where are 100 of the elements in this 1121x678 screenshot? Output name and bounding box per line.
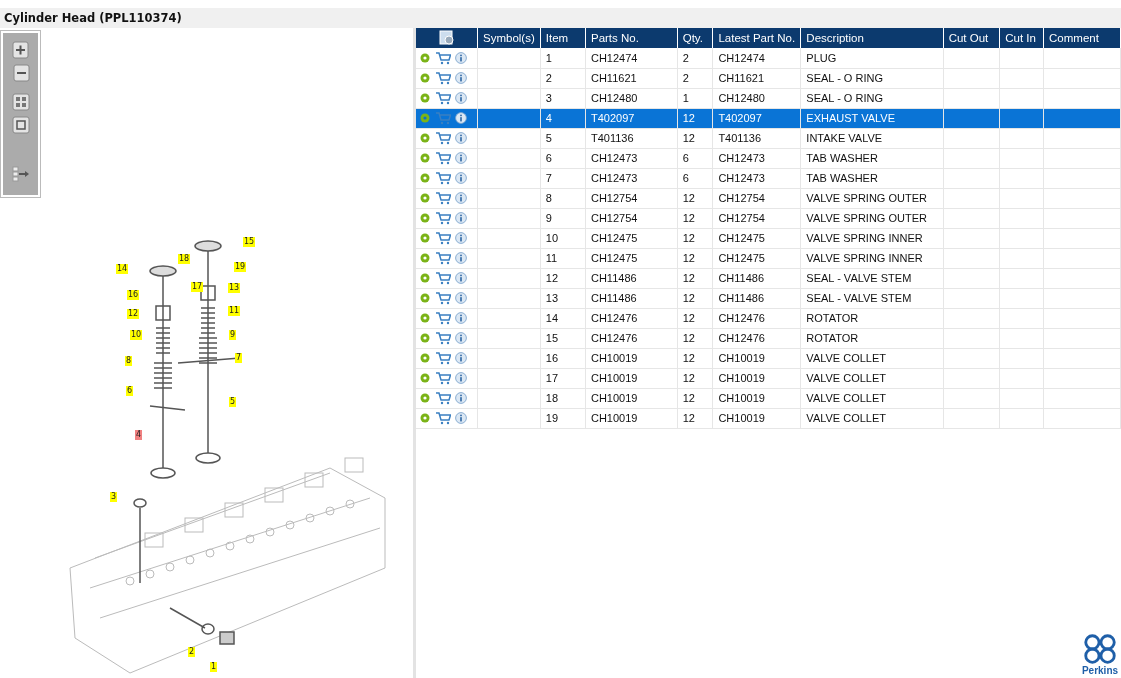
info-icon[interactable]	[455, 212, 467, 224]
column-header[interactable]: Comment	[1043, 28, 1121, 48]
callout-label[interactable]: 12	[127, 309, 140, 319]
table-row[interactable]: 17 CH10019 12 CH10019 VALVE COLLET	[416, 368, 1121, 388]
table-cell: 8	[545, 192, 552, 204]
cart-icon[interactable]	[435, 251, 451, 265]
table-cell: T402097	[718, 112, 762, 124]
info-icon[interactable]	[455, 332, 467, 344]
table-row[interactable]: 7 CH12473 6 CH12473 TAB WASHER	[416, 168, 1121, 188]
cart-icon[interactable]	[435, 331, 451, 345]
table-row[interactable]: 11 CH12475 12 CH12475 VALVE SPRING INNER	[416, 248, 1121, 268]
info-icon[interactable]	[455, 51, 467, 64]
callout-label[interactable]: 3	[110, 492, 118, 502]
info-icon[interactable]	[455, 192, 467, 204]
cart-icon[interactable]	[435, 91, 451, 105]
info-icon[interactable]	[455, 292, 467, 304]
cart-icon[interactable]	[435, 231, 451, 245]
callout-label[interactable]: 16	[127, 290, 140, 300]
callout-label[interactable]: 2	[188, 647, 196, 657]
column-header[interactable]: Qty.	[677, 28, 713, 48]
column-header[interactable]: Cut Out	[943, 28, 1000, 48]
table-row[interactable]: 5 T401136 12 T401136 INTAKE VALVE	[416, 128, 1121, 148]
table-row[interactable]: 9 CH12754 12 CH12754 VALVE SPRING OUTER	[416, 208, 1121, 228]
table-cell: 5	[545, 132, 552, 144]
cart-icon[interactable]	[435, 50, 451, 65]
cart-icon[interactable]	[435, 291, 451, 305]
column-header[interactable]: Parts No.	[585, 28, 678, 48]
cart-icon[interactable]	[435, 411, 451, 425]
callout-label[interactable]: 11	[228, 306, 241, 316]
info-icon[interactable]	[455, 312, 467, 324]
cart-icon[interactable]	[435, 131, 451, 145]
callout-label[interactable]: 10	[130, 330, 143, 340]
zoom-in-icon[interactable]	[11, 41, 30, 59]
info-icon[interactable]	[455, 252, 467, 264]
table-row[interactable]: 1 CH12474 2 CH12474 PLUG	[416, 48, 1121, 68]
info-icon[interactable]	[455, 272, 467, 284]
info-icon[interactable]	[455, 352, 467, 364]
column-header[interactable]: Item	[540, 28, 586, 48]
cart-icon[interactable]	[435, 271, 451, 285]
callout-label[interactable]: 9	[229, 330, 237, 340]
callout-label[interactable]: 15	[243, 237, 256, 247]
column-header[interactable]: Symbol(s)	[477, 28, 541, 48]
table-cell: 1	[545, 51, 552, 64]
info-icon[interactable]	[455, 232, 467, 244]
table-row[interactable]: 2 CH11621 2 CH11621 SEAL - O RING	[416, 68, 1121, 88]
cart-icon[interactable]	[435, 371, 451, 385]
callout-label[interactable]: 5	[229, 397, 237, 407]
table-row[interactable]: 6 CH12473 6 CH12473 TAB WASHER	[416, 148, 1121, 168]
callout-label[interactable]: 7	[235, 353, 243, 363]
callout-label[interactable]: 1	[210, 662, 218, 672]
info-icon[interactable]	[455, 172, 467, 184]
cart-icon[interactable]	[435, 351, 451, 365]
info-icon[interactable]	[455, 92, 467, 104]
table-row[interactable]: 14 CH12476 12 CH12476 ROTATOR	[416, 308, 1121, 328]
cart-icon[interactable]	[435, 171, 451, 185]
table-row[interactable]: 13 CH11486 12 CH11486 SEAL - VALVE STEM	[416, 288, 1121, 308]
cart-icon[interactable]	[435, 71, 451, 85]
export-list-icon[interactable]	[11, 165, 30, 183]
table-row[interactable]: 19 CH10019 12 CH10019 VALVE COLLET	[416, 408, 1121, 428]
cart-icon[interactable]	[435, 311, 451, 325]
info-icon[interactable]	[455, 132, 467, 144]
cart-icon[interactable]	[435, 191, 451, 205]
info-icon[interactable]	[455, 412, 467, 424]
table-cell: PLUG	[806, 51, 837, 64]
table-row[interactable]: 4 T402097 12 T402097 EXHAUST VALVE	[416, 108, 1121, 128]
info-icon[interactable]	[455, 152, 467, 164]
table-row[interactable]: 8 CH12754 12 CH12754 VALVE SPRING OUTER	[416, 188, 1121, 208]
table-cell: CH10019	[590, 412, 638, 424]
callout-label[interactable]: 14	[116, 264, 129, 274]
table-row[interactable]: 18 CH10019 12 CH10019 VALVE COLLET	[416, 388, 1121, 408]
column-header[interactable]: Description	[800, 28, 944, 48]
table-row[interactable]: 16 CH10019 12 CH10019 VALVE COLLET	[416, 348, 1121, 368]
info-icon[interactable]	[455, 112, 467, 124]
callout-label[interactable]: 4	[135, 430, 143, 440]
info-icon[interactable]	[455, 372, 467, 384]
column-header[interactable]: Cut In	[999, 28, 1044, 48]
fit-grid-icon[interactable]	[11, 93, 30, 111]
table-cell: CH12754	[718, 192, 765, 204]
square-icon[interactable]	[11, 116, 30, 134]
callout-label[interactable]: 8	[125, 356, 133, 366]
callout-label[interactable]: 19	[234, 262, 247, 272]
table-row[interactable]: 10 CH12475 12 CH12475 VALVE SPRING INNER	[416, 228, 1121, 248]
callout-label[interactable]: 18	[178, 254, 191, 264]
info-icon[interactable]	[455, 392, 467, 404]
table-cell: ROTATOR	[806, 312, 859, 324]
cart-icon[interactable]	[435, 211, 451, 225]
table-row[interactable]: 12 CH11486 12 CH11486 SEAL - VALVE STEM	[416, 268, 1121, 288]
zoom-out-icon[interactable]	[11, 64, 30, 82]
table-row[interactable]: 15 CH12476 12 CH12476 ROTATOR	[416, 328, 1121, 348]
table-cell: CH12475	[590, 232, 638, 244]
table-row[interactable]: 3 CH12480 1 CH12480 SEAL - O RING	[416, 88, 1121, 108]
cart-icon[interactable]	[435, 391, 451, 405]
callout-label[interactable]: 17	[191, 282, 204, 292]
cart-icon[interactable]	[435, 151, 451, 165]
table-cell: 12	[682, 252, 695, 264]
callout-label[interactable]: 13	[228, 283, 241, 293]
info-icon[interactable]	[455, 72, 467, 84]
table-cell: EXHAUST VALVE	[806, 112, 895, 124]
callout-label[interactable]: 6	[126, 386, 134, 396]
column-header[interactable]: Latest Part No.	[712, 28, 801, 48]
